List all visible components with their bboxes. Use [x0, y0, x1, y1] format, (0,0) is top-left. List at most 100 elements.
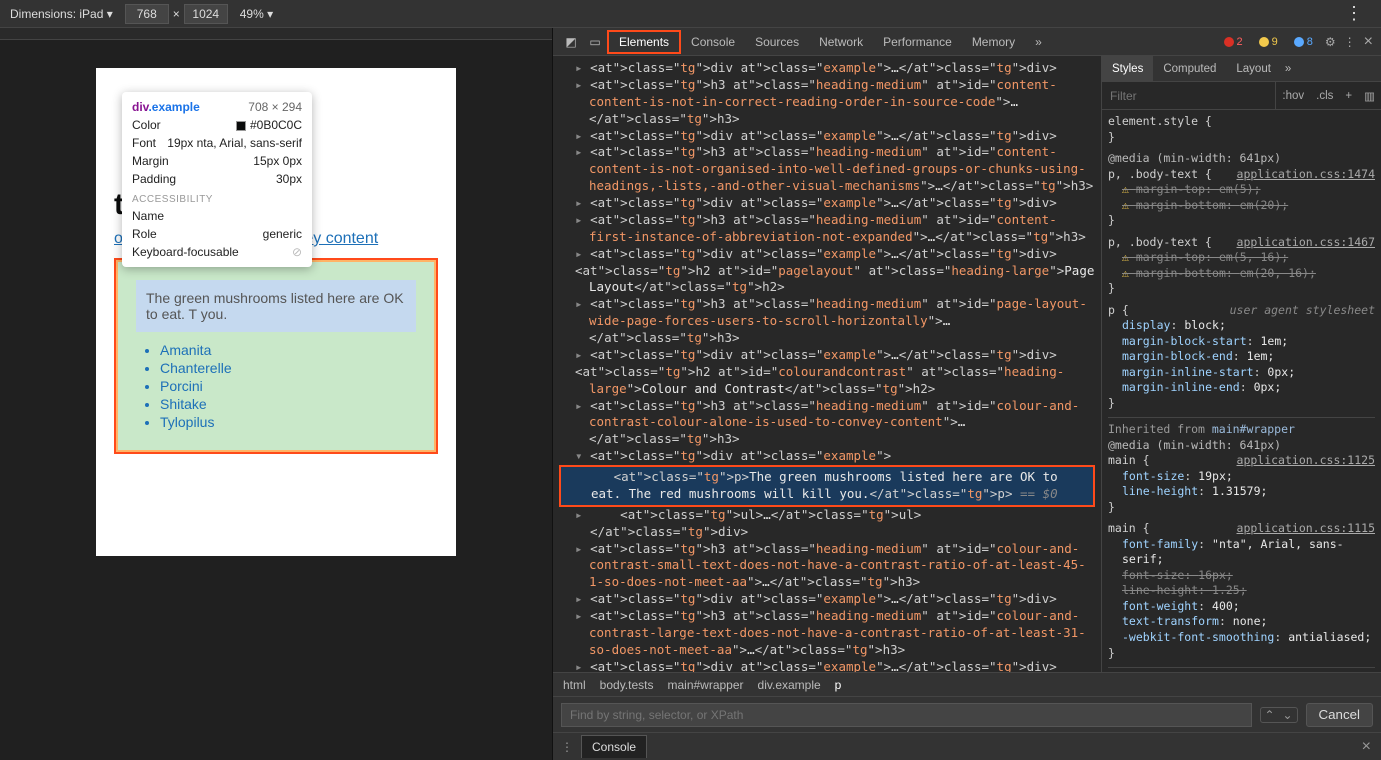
dom-node[interactable]: <at">class="tg">h3 at">class="heading-me…	[559, 541, 1095, 592]
dom-node[interactable]: <at">class="tg">h3 at">class="heading-me…	[559, 77, 1095, 128]
tooltip-class: .example	[148, 100, 199, 114]
warning-badge[interactable]: 9	[1255, 35, 1282, 49]
tabs-overflow-icon[interactable]: »	[1025, 28, 1052, 56]
crumb[interactable]: div.example	[758, 678, 821, 692]
device-height-input[interactable]	[184, 4, 228, 24]
dom-node[interactable]: <at">class="tg">h3 at">class="heading-me…	[559, 608, 1095, 659]
dom-node[interactable]: <at">class="tg">h2 at">id="pagelayout" a…	[559, 263, 1095, 297]
tab-network[interactable]: Network	[809, 28, 873, 56]
device-width-input[interactable]	[125, 4, 169, 24]
inspector-tooltip: div.example 708 × 294 Color#0B0C0C Font1…	[122, 92, 312, 267]
tooltip-padding-label: Padding	[132, 172, 176, 186]
style-rules[interactable]: element.style {} @media (min-width: 641px…	[1102, 110, 1381, 672]
tooltip-font-label: Font	[132, 136, 156, 150]
highlighted-example[interactable]: The green mushrooms listed here are OK t…	[114, 258, 438, 454]
style-rule[interactable]: user agent stylesheetp {display: block;m…	[1108, 303, 1375, 412]
dom-breadcrumbs: html body.tests main#wrapper div.example…	[553, 672, 1381, 696]
find-cancel-button[interactable]: Cancel	[1306, 703, 1374, 727]
devtools-tabs: ◩ ▭ Elements Console Sources Network Per…	[553, 28, 1381, 56]
devtools-pane: ◩ ▭ Elements Console Sources Network Per…	[553, 28, 1381, 760]
mushroom-list: Amanita Chanterelle Porcini Shitake Tylo…	[136, 342, 416, 430]
list-item: Tylopilus	[160, 414, 416, 430]
console-drawer: ⋮ Console ×	[553, 732, 1381, 760]
drawer-close-icon[interactable]: ×	[1352, 738, 1381, 756]
style-rule[interactable]: element.style {}	[1108, 114, 1375, 145]
tooltip-padding-value: 30px	[276, 172, 302, 186]
style-rule[interactable]: @media (min-width: 641px)application.css…	[1108, 438, 1375, 516]
device-toolbar: Dimensions: iPad ▾ × 49% ▾ ⋮	[0, 0, 1381, 28]
crumb[interactable]: p	[835, 678, 842, 692]
new-rule-button[interactable]: +	[1339, 82, 1358, 109]
device-more-icon[interactable]: ⋮	[1337, 3, 1371, 24]
device-dimensions-dropdown[interactable]: Dimensions: iPad ▾	[10, 7, 113, 21]
tab-layout[interactable]: Layout	[1226, 56, 1281, 82]
device-toggle-icon[interactable]: ▭	[583, 35, 607, 49]
dom-node[interactable]: <at">class="tg">div at">class="example">…	[559, 246, 1095, 263]
crumb[interactable]: html	[563, 678, 586, 692]
tooltip-margin-label: Margin	[132, 154, 169, 168]
device-preview-pane: div.example 708 × 294 Color#0B0C0C Font1…	[0, 28, 553, 760]
cls-toggle[interactable]: .cls	[1310, 82, 1339, 109]
dimension-separator: ×	[173, 7, 180, 21]
find-prev-icon[interactable]: ⌃	[1261, 708, 1279, 722]
tooltip-dimensions: 708 × 294	[248, 100, 302, 114]
tooltip-a11y-heading: ACCESSIBILITY	[132, 194, 302, 205]
inspect-icon[interactable]: ◩	[559, 35, 583, 49]
tab-elements[interactable]: Elements	[607, 30, 681, 54]
zoom-dropdown[interactable]: 49% ▾	[240, 7, 273, 21]
tooltip-tag: div	[132, 100, 148, 114]
styles-tabs-overflow-icon[interactable]: »	[1285, 63, 1291, 75]
tab-styles[interactable]: Styles	[1102, 56, 1153, 82]
devtools-more-icon[interactable]: ⋮	[1344, 35, 1356, 49]
list-item: Amanita	[160, 342, 416, 358]
style-rule[interactable]: application.css:1115main {font-family: "…	[1108, 521, 1375, 661]
message-badge[interactable]: 8	[1290, 35, 1317, 49]
dom-node[interactable]: <at">class="tg">div at">class="example">…	[559, 195, 1095, 212]
tooltip-a11y-name-label: Name	[132, 209, 164, 223]
dom-node[interactable]: <at">class="tg">h3 at">class="heading-me…	[559, 212, 1095, 246]
styles-pane: Styles Computed Layout » :hov .cls + ▥ e…	[1101, 56, 1381, 672]
crumb[interactable]: main#wrapper	[667, 678, 743, 692]
styles-sidebar-icon[interactable]: ▥	[1358, 82, 1381, 109]
style-rule[interactable]: application.css:1467p, .body-text {margi…	[1108, 235, 1375, 297]
rendered-page[interactable]: div.example 708 × 294 Color#0B0C0C Font1…	[96, 68, 456, 556]
list-item: Porcini	[160, 378, 416, 394]
dom-node[interactable]: <at">class="tg">h3 at">class="heading-me…	[559, 398, 1095, 449]
settings-icon[interactable]: ⚙	[1325, 35, 1336, 49]
dom-tree[interactable]: <at">class="tg">div at">class="example">…	[553, 56, 1101, 672]
tooltip-font-value: 19px nta, Arial, sans-serif	[167, 136, 302, 150]
tab-computed[interactable]: Computed	[1153, 56, 1226, 82]
hov-toggle[interactable]: :hov	[1276, 82, 1310, 109]
dom-node[interactable]: <at">class="tg">div at">class="example">…	[559, 591, 1095, 608]
dom-node[interactable]: <at">class="tg">div at">class="example">	[559, 448, 1095, 465]
dom-node[interactable]: <at">class="tg">h3 at">class="heading-me…	[559, 144, 1095, 195]
tab-performance[interactable]: Performance	[873, 28, 962, 56]
tooltip-margin-value: 15px 0px	[253, 154, 302, 168]
tab-console[interactable]: Console	[681, 28, 745, 56]
drawer-tab-console[interactable]: Console	[581, 735, 647, 758]
dom-node[interactable]: <at">class="tg">ul>…</at">class="tg">ul>	[559, 507, 1095, 524]
dom-node[interactable]: <at">class="tg">div at">class="example">…	[559, 659, 1095, 672]
dom-node[interactable]: <at">class="tg">h2 at">id="colourandcont…	[559, 364, 1095, 398]
list-item: Chanterelle	[160, 360, 416, 376]
dom-node[interactable]: </at">class="tg">div>	[559, 524, 1095, 541]
error-badge[interactable]: 2	[1220, 35, 1247, 49]
tab-memory[interactable]: Memory	[962, 28, 1025, 56]
tab-sources[interactable]: Sources	[745, 28, 809, 56]
example-paragraph: The green mushrooms listed here are OK t…	[136, 280, 416, 332]
styles-filter-input[interactable]	[1102, 82, 1276, 109]
close-icon[interactable]: ×	[1364, 33, 1373, 51]
dom-node[interactable]: <at">class="tg">p>The green mushrooms li…	[559, 465, 1095, 507]
drawer-more-icon[interactable]: ⋮	[561, 740, 573, 754]
crumb[interactable]: body.tests	[600, 678, 654, 692]
dom-node[interactable]: <at">class="tg">div at">class="example">…	[559, 60, 1095, 77]
find-bar: ⌃⌄ Cancel	[553, 696, 1381, 732]
dom-node[interactable]: <at">class="tg">div at">class="example">…	[559, 347, 1095, 364]
style-rule[interactable]: @media (min-width: 641px)application.css…	[1108, 151, 1375, 229]
list-item: Shitake	[160, 396, 416, 412]
dom-node[interactable]: <at">class="tg">h3 at">class="heading-me…	[559, 296, 1095, 347]
dom-node[interactable]: <at">class="tg">div at">class="example">…	[559, 128, 1095, 145]
find-next-icon[interactable]: ⌄	[1279, 708, 1297, 722]
ruler	[0, 28, 552, 40]
find-input[interactable]	[561, 703, 1252, 727]
